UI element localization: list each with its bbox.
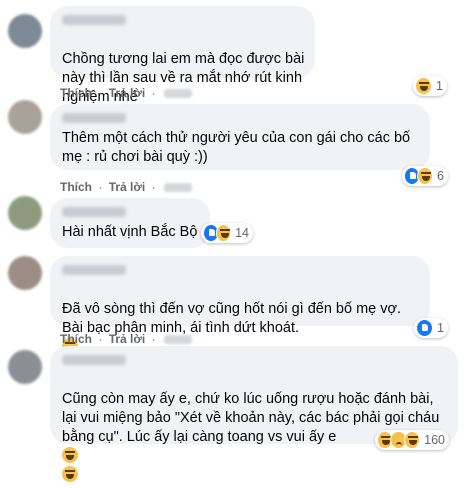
- haha-icon: [415, 77, 433, 95]
- commenter-name[interactable]: [62, 207, 126, 217]
- avatar[interactable]: [8, 14, 42, 48]
- comment-bubble: Chồng tương lai em mà đọc được bài này t…: [50, 6, 315, 123]
- comment-bubble: Đã vô sòng thì đến vợ cũng hốt nói gì đế…: [50, 256, 430, 373]
- reaction-summary[interactable]: 160: [375, 430, 449, 450]
- comment-actions: Thích · Trả lời ·: [60, 86, 195, 100]
- grin-sweat-icon: [62, 447, 78, 463]
- comment-text: Cũng còn may ấy e, chứ ko lúc uống rượu …: [62, 371, 452, 485]
- reply-link[interactable]: Trả lời: [109, 180, 146, 194]
- reaction-count: 14: [235, 226, 249, 240]
- haha-icon: [403, 431, 421, 449]
- avatar[interactable]: [8, 256, 42, 290]
- haha-icon: [215, 224, 232, 242]
- like-link[interactable]: Thích: [60, 180, 92, 194]
- reaction-summary[interactable]: 6: [402, 166, 448, 186]
- timestamp[interactable]: [163, 335, 192, 345]
- comment-bubble: Thêm một cách thử người yêu của con gái …: [50, 104, 430, 170]
- comment-text: Hài nhất vịnh Bắc Bộ: [62, 224, 198, 240]
- avatar[interactable]: [8, 100, 42, 134]
- reply-link[interactable]: Trả lời: [109, 86, 146, 100]
- comment-text: Thêm một cách thử người yêu của con gái …: [62, 130, 411, 165]
- reaction-summary[interactable]: 14: [201, 223, 253, 243]
- like-icon: [416, 319, 434, 337]
- comment-actions: Thích · Trả lời ·: [60, 180, 195, 194]
- like-link[interactable]: Thích: [60, 332, 92, 346]
- reaction-count: 6: [437, 169, 444, 183]
- reaction-summary[interactable]: 1: [413, 76, 447, 96]
- reply-link[interactable]: Trả lời: [109, 332, 146, 346]
- reaction-count: 1: [437, 321, 444, 335]
- avatar[interactable]: [8, 350, 42, 384]
- like-link[interactable]: Thích: [60, 86, 92, 100]
- grin-sweat-icon: [62, 466, 78, 482]
- timestamp[interactable]: [163, 183, 192, 193]
- reaction-count: 1: [436, 79, 443, 93]
- haha-icon: [417, 167, 434, 185]
- avatar[interactable]: [8, 196, 42, 230]
- commenter-name[interactable]: [62, 113, 126, 123]
- commenter-name[interactable]: [62, 355, 126, 365]
- comment-actions: Thích · Trả lời ·: [60, 332, 195, 346]
- commenter-name[interactable]: [62, 15, 126, 25]
- timestamp[interactable]: [163, 89, 192, 99]
- reaction-summary[interactable]: 1: [414, 318, 448, 338]
- commenter-name[interactable]: [62, 265, 126, 275]
- reaction-count: 160: [424, 433, 445, 447]
- comment-bubble: Hài nhất vịnh Bắc Bộ: [50, 198, 210, 248]
